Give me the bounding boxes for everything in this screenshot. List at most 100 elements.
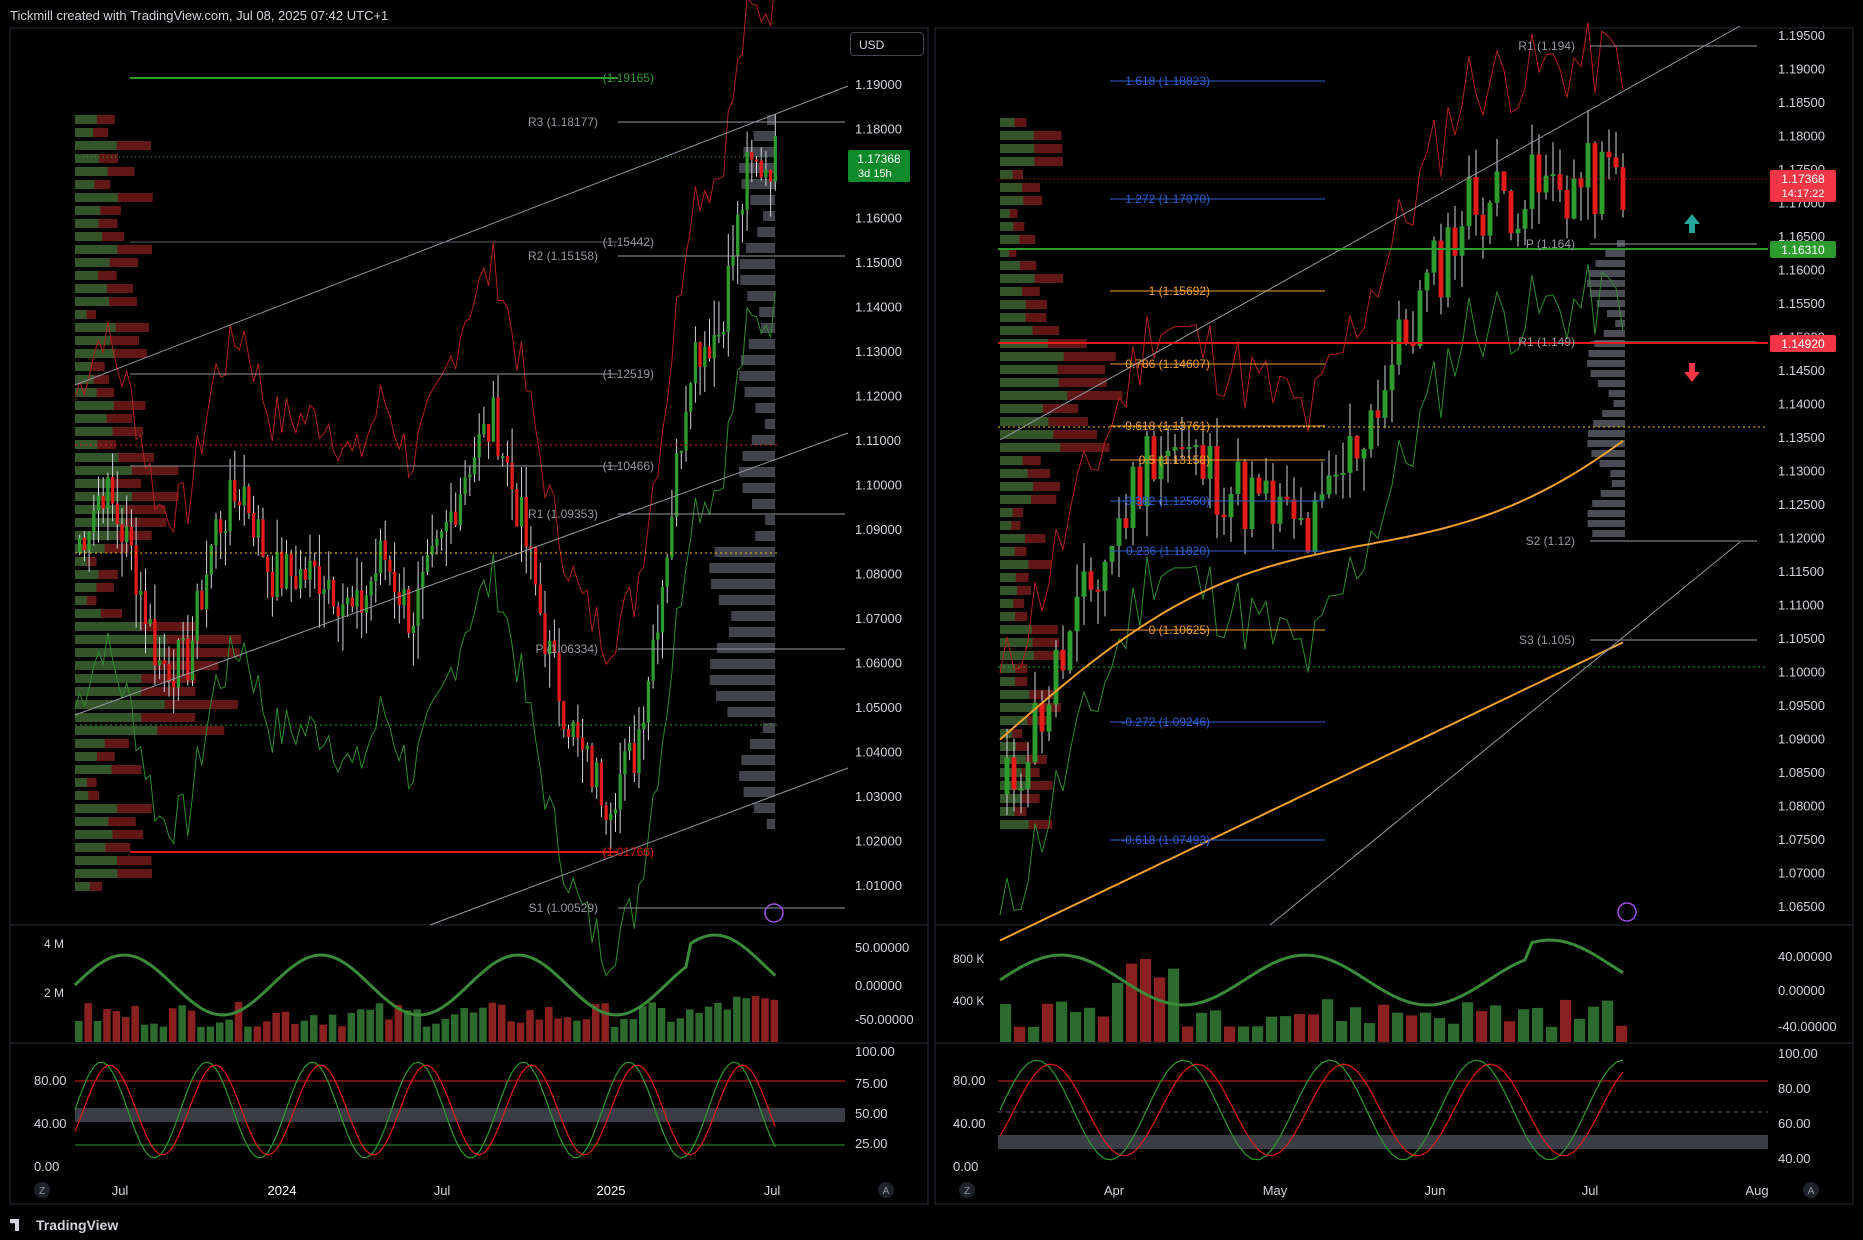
candle-body [604,805,608,820]
volume-bar [573,1020,581,1042]
volume-profile-bar [1000,417,1049,426]
volume-profile-bar [75,583,97,592]
volume-bar [1364,1023,1376,1042]
candle-body [345,597,350,605]
pivot-level-label: S2 (1.12) [1526,534,1575,548]
volume-bar [1308,1014,1320,1042]
volume-profile-bar [1000,430,1054,439]
candle-body [590,745,594,788]
candle-body [78,537,82,553]
volume-profile-bar [1000,443,1061,452]
volume-bar [733,996,741,1042]
currency-button[interactable]: USD [850,32,924,56]
right-price-label: 1.14500 [1778,363,1825,378]
candle-body [1361,449,1367,459]
candle-body [477,434,481,458]
candle-body [764,169,768,178]
charts-svg[interactable]: 1.190001.180001.170001.160001.150001.140… [0,0,1863,1240]
volume-profile-bar [714,547,775,557]
candle-body [515,489,519,527]
candle-body [599,762,604,806]
candle-body [251,513,256,538]
candle-body [374,572,378,582]
volume-bar [1350,1007,1362,1042]
fib-level-label: 0.236 (1.11820) [1126,544,1210,558]
candle-body [313,560,317,567]
volume-bar [197,1026,205,1042]
volume-profile-bar [75,115,97,124]
volume-profile-bar [1587,360,1625,367]
volume-profile-bar [1000,235,1020,244]
volume-bar [648,1002,656,1042]
candle-body [1305,517,1311,553]
candle-body [261,519,265,557]
candle-body [308,560,312,580]
candle-body [1242,461,1248,529]
right-price-label: 1.12000 [1778,531,1825,546]
volume-bar [1000,1003,1012,1042]
candle-body [270,571,275,597]
candle-body [1578,178,1584,188]
right-time-label: Apr [1104,1183,1125,1198]
candle-body [665,557,669,587]
candle-body [167,664,171,681]
volume-profile-bar [75,817,109,826]
volume-profile-bar [1000,196,1024,205]
candle-body [369,581,373,596]
left-stoch-right-label: 50.00 [855,1106,888,1121]
volume-profile-bar [1610,470,1625,477]
left-oscillator-label: 0.00000 [855,978,902,993]
candle-body [1445,227,1451,298]
volume-profile-bar [753,803,775,813]
pivot-level-label: R1 (1.09353) [528,507,598,521]
price-badge-countdown: 3d 15h [858,168,892,180]
volume-bar [1042,1003,1054,1042]
candle-body [1557,174,1563,190]
left-time-label: Jul [112,1183,129,1198]
candle-body [1515,228,1521,234]
left-price-label: 1.08000 [855,567,902,582]
candle-body [519,497,524,527]
candle-body [303,569,307,580]
volume-profile-bar [75,765,112,774]
volume-profile-bar [75,401,114,410]
fib-level-label: -0.272 (1.09246) [1121,715,1210,729]
volume-bar [1532,1007,1544,1042]
candle-body [1319,494,1325,500]
candle-body [1067,631,1073,671]
volume-profile-bar [762,723,775,733]
right-volume-label: 800 K [953,952,984,966]
volume-profile-bar [75,193,118,202]
volume-profile-bar [727,707,775,717]
volume-profile-bar [1000,287,1022,296]
candle-body [421,572,425,589]
volume-bar [375,1003,384,1042]
volume-bar [75,1020,83,1042]
volume-bar [253,1026,262,1042]
tradingview-logo[interactable]: TradingView [10,1217,118,1233]
candle-body [458,494,463,526]
candle-body [1256,477,1262,494]
candle-body [139,591,143,596]
candle-body [280,551,284,589]
candle-body [595,762,599,788]
candle-body [627,743,632,752]
candle-body [92,510,96,533]
volume-bar [1462,1002,1474,1042]
volume-bar [122,1017,130,1042]
volume-profile-bar [1000,352,1064,361]
volume-profile-bar [751,435,775,445]
volume-bar [281,1011,290,1042]
candle-body [289,553,293,577]
volume-profile-bar [731,611,775,621]
volume-profile-bar [1000,625,1032,634]
candle-body [1172,447,1178,451]
volume-profile-bar [1000,300,1026,309]
volume-profile-bar [748,339,775,349]
volume-profile-bar [741,755,775,765]
candle-body [256,519,260,538]
volume-profile-bar [742,483,775,493]
candle-body [1123,518,1129,528]
volume-bar [366,1009,374,1042]
candle-body [327,579,331,590]
